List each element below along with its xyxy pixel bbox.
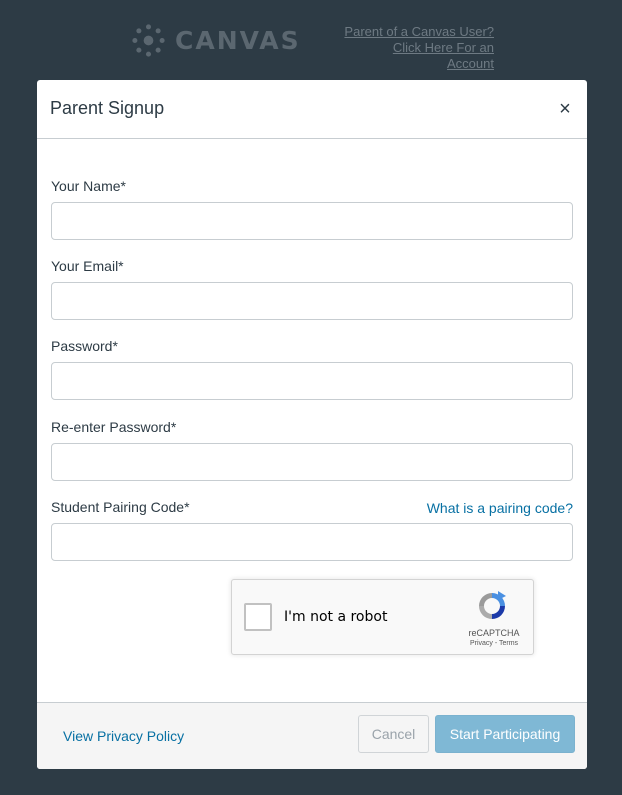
recaptcha-checkbox[interactable] bbox=[244, 603, 272, 631]
password-confirm-label: Re-enter Password* bbox=[51, 419, 177, 435]
recaptcha-brand: reCAPTCHA bbox=[468, 628, 520, 638]
parent-link-line1[interactable]: Parent of a Canvas User? bbox=[344, 24, 494, 40]
start-participating-button[interactable]: Start Participating bbox=[435, 715, 575, 753]
email-input[interactable] bbox=[51, 282, 573, 320]
recaptcha-terms[interactable]: Privacy - Terms bbox=[460, 640, 528, 647]
canvas-logo: CANVAS bbox=[131, 23, 301, 58]
pairing-code-help-link[interactable]: What is a pairing code? bbox=[427, 500, 573, 516]
password-confirm-input[interactable] bbox=[51, 443, 573, 481]
parent-signup-modal: Parent Signup × Your Name* Your Email* P… bbox=[37, 80, 587, 769]
modal-title: Parent Signup bbox=[50, 98, 165, 118]
password-label: Password* bbox=[51, 338, 118, 354]
password-input[interactable] bbox=[51, 362, 573, 400]
page-header: CANVAS Parent of a Canvas User? Click He… bbox=[0, 0, 622, 80]
parent-link-line2[interactable]: Click Here For an Account bbox=[344, 40, 494, 72]
name-input[interactable] bbox=[51, 202, 573, 240]
parent-account-link[interactable]: Parent of a Canvas User? Click Here For … bbox=[344, 24, 494, 72]
close-icon[interactable]: × bbox=[557, 99, 573, 119]
brand-name: CANVAS bbox=[175, 26, 301, 55]
email-label: Your Email* bbox=[51, 258, 124, 274]
recaptcha-icon bbox=[479, 591, 506, 619]
privacy-policy-link[interactable]: View Privacy Policy bbox=[63, 728, 184, 744]
pairing-code-label: Student Pairing Code* bbox=[51, 499, 190, 515]
modal-header: Parent Signup × bbox=[37, 80, 587, 139]
modal-footer: View Privacy Policy Cancel Start Partici… bbox=[37, 702, 587, 769]
cancel-button[interactable]: Cancel bbox=[358, 715, 429, 753]
pairing-code-input[interactable] bbox=[51, 523, 573, 561]
recaptcha-widget: I'm not a robot reCAPTCHA Privacy - Term… bbox=[231, 579, 534, 655]
recaptcha-label: I'm not a robot bbox=[284, 609, 388, 625]
canvas-logo-icon bbox=[132, 24, 165, 57]
name-label: Your Name* bbox=[51, 178, 126, 194]
